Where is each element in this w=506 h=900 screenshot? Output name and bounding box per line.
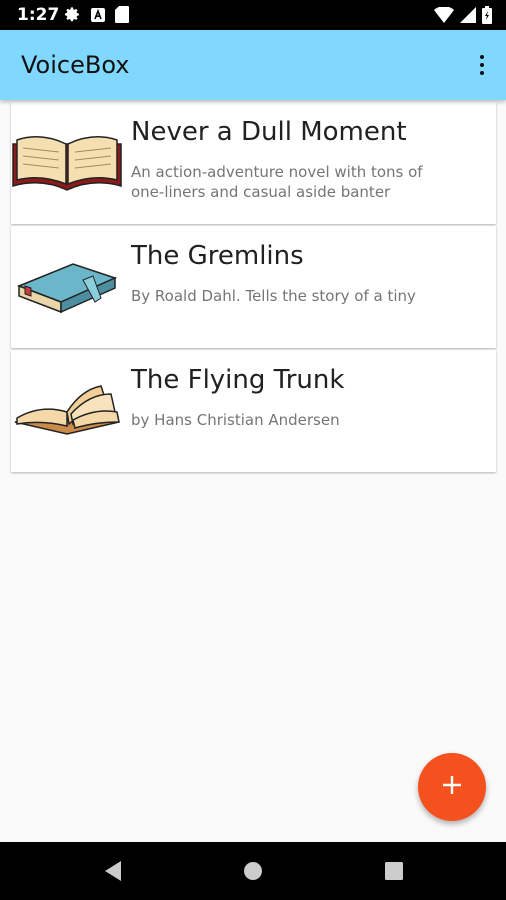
book-title: The Flying Trunk bbox=[131, 365, 345, 395]
settings-icon bbox=[64, 6, 81, 27]
add-book-button[interactable] bbox=[418, 753, 486, 821]
sd-card-icon bbox=[115, 6, 129, 27]
more-vert-icon[interactable] bbox=[472, 50, 492, 80]
book-description: An action-adventure novel with tons of o… bbox=[131, 163, 423, 201]
back-icon[interactable] bbox=[101, 859, 125, 883]
add-icon bbox=[442, 775, 462, 799]
a-notification-icon bbox=[90, 7, 106, 27]
status-time: 1:27 bbox=[17, 5, 60, 25]
flipping-book-image bbox=[11, 364, 123, 454]
book-list-item[interactable]: Never a Dull Moment An action-adventure … bbox=[11, 102, 496, 224]
book-title: Never a Dull Moment bbox=[131, 117, 407, 147]
app-bar: VoiceBox bbox=[0, 30, 506, 100]
book-list: Never a Dull Moment An action-adventure … bbox=[11, 102, 496, 474]
book-description: By Roald Dahl. Tells the story of a tiny bbox=[131, 287, 416, 305]
home-icon[interactable] bbox=[241, 859, 265, 883]
battery-icon bbox=[482, 6, 492, 28]
navigation-bar bbox=[0, 842, 506, 900]
status-bar: 1:27 bbox=[0, 0, 506, 30]
signal-icon bbox=[460, 7, 476, 27]
status-system-icons bbox=[434, 6, 492, 28]
open-book-image bbox=[11, 116, 123, 206]
book-title: The Gremlins bbox=[131, 241, 304, 271]
status-notification-icons bbox=[64, 6, 129, 27]
book-description: by Hans Christian Andersen bbox=[131, 411, 340, 429]
recents-icon[interactable] bbox=[382, 859, 406, 883]
book-list-item[interactable]: The Gremlins By Roald Dahl. Tells the st… bbox=[11, 226, 496, 348]
app-title: VoiceBox bbox=[21, 51, 130, 79]
closed-blue-book-image bbox=[11, 240, 123, 330]
wifi-icon bbox=[434, 6, 454, 27]
book-list-item[interactable]: The Flying Trunk by Hans Christian Ander… bbox=[11, 350, 496, 472]
